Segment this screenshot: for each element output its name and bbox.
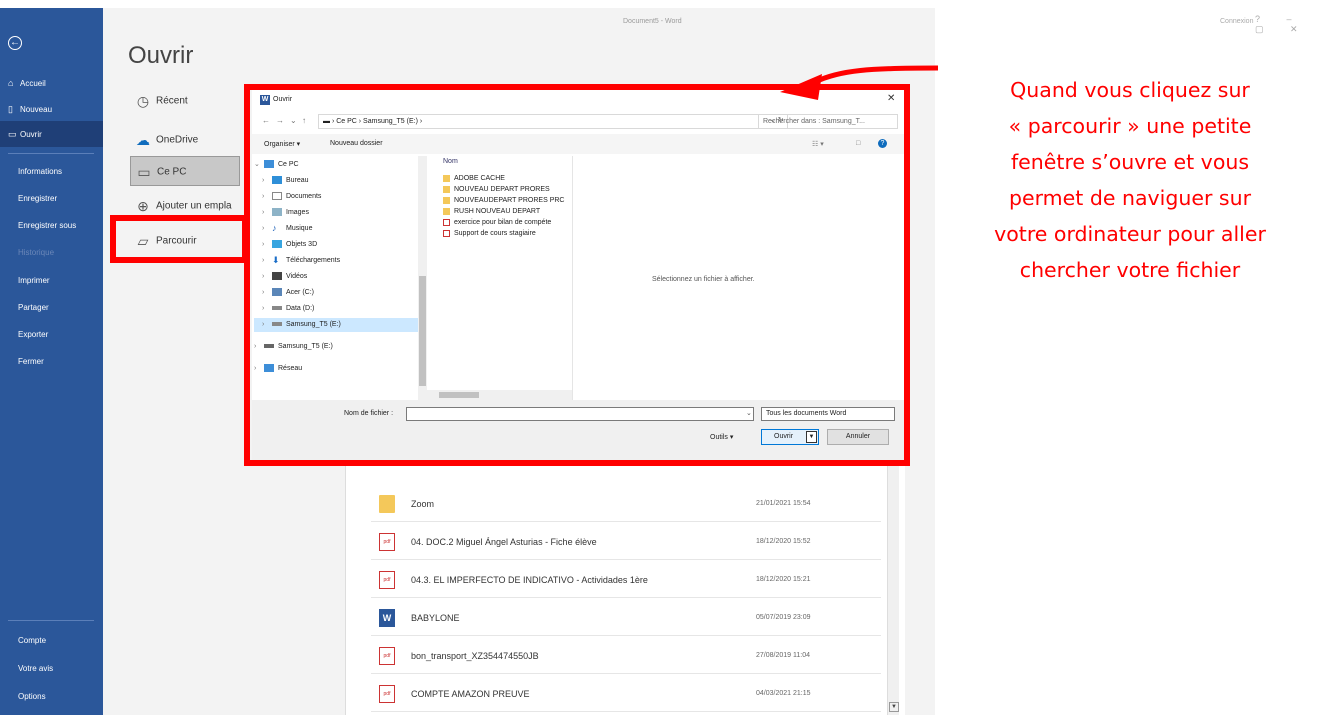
annotation-text: Quand vous cliquez sur « parcourir » une… (994, 78, 1266, 282)
screenshot: { "window": { "doc_title": "Document5 - … (0, 0, 1325, 715)
